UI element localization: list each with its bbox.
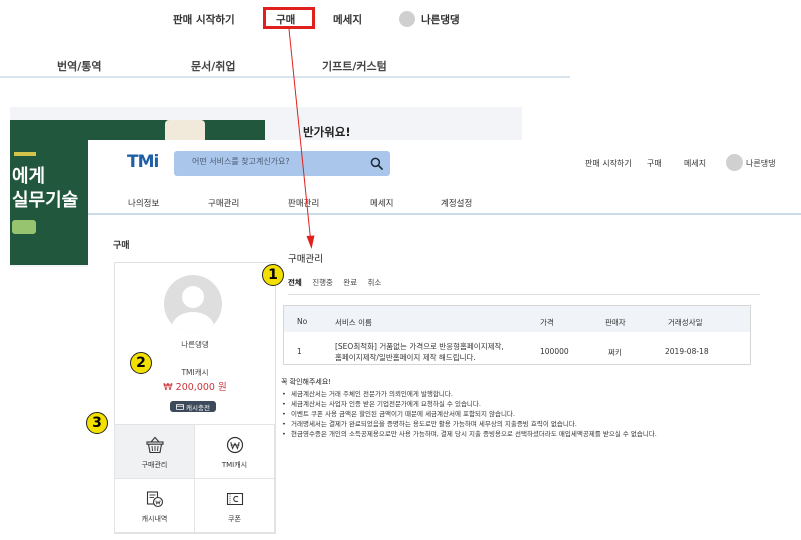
search-icon[interactable] [370, 157, 383, 170]
status-filter-tabs: 전체 진행중 완료 취소 [288, 277, 389, 288]
filter-tab-cancelled[interactable]: 취소 [368, 277, 382, 288]
bg-banner-decoration [14, 152, 36, 156]
tab-my-info[interactable]: 나의정보 [128, 197, 159, 209]
filter-tab-in-progress[interactable]: 진행중 [312, 277, 333, 288]
profile-name: 나른댕댕 [181, 340, 209, 349]
notice-item: 현금영수증은 개인의 소득공제용으로만 사용 가능하며, 결제 당시 지출 증빙… [281, 429, 781, 439]
column-header-seller: 판매자 [605, 318, 626, 327]
charge-cash-button[interactable]: 캐시충전 [170, 401, 216, 412]
annotation-marker-2: 2 [130, 352, 152, 374]
nav-buy[interactable]: 구매 [647, 158, 662, 169]
tab-account-settings[interactable]: 계정설정 [441, 197, 472, 209]
receipt-won-icon [146, 491, 164, 508]
menu-purchase-management[interactable]: 구매관리 [114, 424, 195, 479]
coupon-icon [226, 492, 244, 506]
notice-item: 세금계산서는 사업자 인증 받은 기업전문가에게 요청하실 수 있습니다. [281, 399, 781, 409]
notice-item: 이벤트 쿠폰 사용 금액은 할인된 금액이기 때문에 세금계산서에 포함되지 않… [281, 409, 781, 419]
won-coin-icon [226, 436, 244, 454]
cash-amount: ₩ 200,000 원 [163, 382, 227, 393]
menu-label: 구매관리 [141, 461, 168, 469]
cell-seller: 쩌키 [608, 348, 622, 357]
menu-label: TMI캐시 [221, 461, 248, 469]
tab-purchase-management[interactable]: 구매관리 [208, 197, 239, 209]
bg-avatar[interactable] [399, 11, 415, 27]
filter-tab-all[interactable]: 전체 [288, 277, 302, 288]
profile-avatar [164, 275, 222, 333]
cell-service-line1[interactable]: [SEO최적화] 거품없는 가격으로 반응형홈페이지제작, [335, 341, 504, 352]
bg-banner-text-2: 실무기술 [12, 190, 79, 211]
bg-nav-start-selling[interactable]: 판매 시작하기 [173, 12, 235, 27]
cell-date: 2019-08-18 [665, 347, 709, 356]
menu-cash-history[interactable]: 캐시내역 [114, 478, 195, 533]
menu-tmi-cash[interactable]: TMI캐시 [194, 424, 275, 479]
bg-category-gifts[interactable]: 기프트/커스텀 [322, 58, 387, 74]
notice-list: 세금계산서는 거래 주체인 전문가가 의뢰인에게 발행합니다. 세금계산서는 사… [281, 389, 781, 439]
notice-item: 세금계산서는 거래 주체인 전문가가 의뢰인에게 발행합니다. [281, 389, 781, 399]
cell-no: 1 [297, 347, 302, 356]
tab-messages[interactable]: 메세지 [370, 197, 393, 209]
column-header-no: No [297, 317, 308, 326]
charge-cash-label: 캐시충전 [186, 403, 210, 412]
divider [288, 294, 760, 295]
column-header-service: 서비스 이름 [335, 318, 372, 327]
bg-banner-text-1: 에게 [12, 166, 46, 187]
notice-item: 거래명세서는 결제가 완료되었음을 증명하는 용도로만 활용 가능하며 세무상의… [281, 419, 781, 429]
bg-category-documents[interactable]: 문서/취업 [191, 58, 236, 74]
sidebar-section-title: 구매 [113, 241, 130, 251]
menu-label: 쿠폰 [228, 515, 241, 523]
bg-nav-messages[interactable]: 메세지 [333, 12, 362, 27]
bg-welcome-text: 반가워요! [303, 125, 351, 139]
nav-start-selling[interactable]: 판매 시작하기 [585, 158, 632, 169]
cell-price: 100000 [540, 347, 569, 356]
basket-icon [146, 436, 164, 454]
bg-banner-illustration [165, 120, 205, 142]
menu-coupon[interactable]: 쿠폰 [194, 478, 275, 533]
annotation-marker-1: 1 [262, 264, 284, 286]
filter-tab-completed[interactable]: 완료 [343, 277, 357, 288]
bg-category-translation[interactable]: 번역/통역 [57, 58, 102, 74]
highlight-box [263, 7, 315, 29]
search-input[interactable] [192, 157, 362, 166]
content-title: 구매관리 [288, 254, 323, 265]
bg-banner-tag [12, 220, 36, 234]
user-avatar[interactable] [726, 154, 743, 171]
menu-label: 캐시내역 [141, 515, 168, 523]
background-category-bar: 번역/통역 문서/취업 기프트/커스텀 [0, 48, 570, 78]
notice-title: 꼭 확인해주세요! [281, 378, 332, 386]
nav-messages[interactable]: 메세지 [684, 158, 706, 169]
column-header-date: 거래성사일 [668, 318, 703, 327]
tmi-logo[interactable]: TMi [127, 152, 159, 172]
bg-nav-username[interactable]: 나른댕댕 [421, 12, 460, 27]
annotation-marker-3: 3 [86, 412, 108, 434]
search-bar[interactable] [174, 151, 390, 176]
tab-sales-management[interactable]: 판매관리 [288, 197, 319, 209]
card-icon [176, 403, 185, 410]
column-header-price: 가격 [540, 318, 554, 327]
nav-username[interactable]: 나른댕댕 [746, 158, 775, 169]
cell-service-line2[interactable]: 홈페이지제작/일반홈페이지 제작 해드립니다. [335, 352, 476, 363]
